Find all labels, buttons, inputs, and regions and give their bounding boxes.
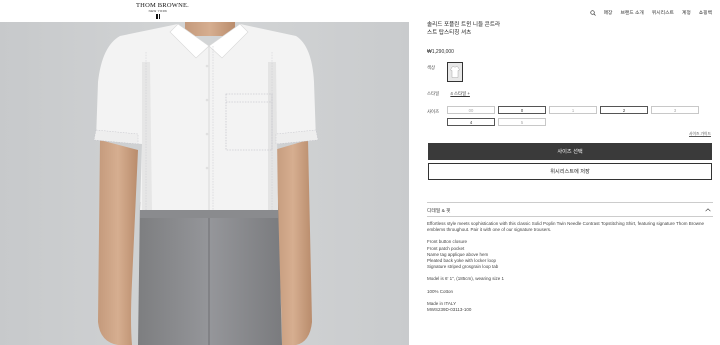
size-option[interactable]: 1	[549, 106, 597, 114]
shirt-thumbnail-icon	[450, 66, 460, 78]
size-option[interactable]: 3	[651, 106, 699, 114]
description-text: Effortless style meets sophistication wi…	[427, 221, 705, 233]
search-icon[interactable]	[589, 9, 596, 16]
site-header: THOM BROWNE. NEW YORK 매장 브랜드 소개 위시리스트 계정…	[0, 0, 720, 22]
brand-logo[interactable]: THOM BROWNE. NEW YORK	[136, 2, 189, 19]
details-accordion-header[interactable]: 디테일 & 핏	[427, 207, 713, 214]
size-option[interactable]: 4	[447, 118, 495, 126]
color-label: 색상	[427, 65, 436, 70]
add-to-wishlist-button[interactable]: 위시리스트에 저장	[428, 163, 712, 180]
nav-account[interactable]: 계정	[682, 9, 691, 16]
product-sku: MWS239D-03113-100	[427, 307, 472, 313]
nav-wishlist[interactable]: 위시리스트	[652, 9, 674, 16]
nav-stores[interactable]: 매장	[604, 9, 613, 16]
size-options: 00 0 1 2 3 4 5	[447, 106, 699, 126]
style-selector-link[interactable]: 4 스타일 +	[450, 91, 470, 96]
product-title: 솔리드 포플린 트윈 니들 콘트라 스트 탑스티칭 셔츠	[427, 22, 501, 36]
style-label: 스타일	[427, 91, 440, 96]
product-image[interactable]	[0, 22, 409, 345]
product-description: Effortless style meets sophistication wi…	[427, 221, 707, 313]
nav-shopping-bag[interactable]: 쇼핑백	[699, 9, 712, 16]
size-option[interactable]: 2	[600, 106, 648, 114]
logo-subtext: NEW YORK	[148, 9, 168, 13]
logo-text: THOM BROWNE.	[136, 2, 189, 9]
size-guide-link[interactable]: 사이즈 가이드	[689, 132, 711, 137]
section-divider	[427, 216, 713, 217]
product-photo-illustration	[0, 22, 409, 345]
select-size-button[interactable]: 사이즈 선택	[428, 143, 712, 160]
chevron-up-icon[interactable]	[705, 208, 711, 212]
top-nav: 매장 브랜드 소개 위시리스트 계정 쇼핑백	[589, 9, 712, 16]
product-price: ₩1,290,000	[427, 49, 454, 55]
size-option[interactable]: 5	[498, 118, 546, 126]
size-option[interactable]: 00	[447, 106, 495, 114]
details-heading: 디테일 & 핏	[427, 209, 451, 214]
product-info-panel: 솔리드 포플린 트윈 니들 콘트라 스트 탑스티칭 셔츠 ₩1,290,000 …	[427, 22, 713, 345]
nav-brand[interactable]: 브랜드 소개	[620, 9, 643, 16]
color-swatch-white[interactable]	[447, 62, 463, 82]
logo-stripes	[136, 14, 180, 19]
size-label: 사이즈	[427, 109, 440, 114]
section-divider	[427, 202, 713, 203]
size-option[interactable]: 0	[498, 106, 546, 114]
style-row: 스타일 4 스타일 +	[427, 91, 470, 97]
